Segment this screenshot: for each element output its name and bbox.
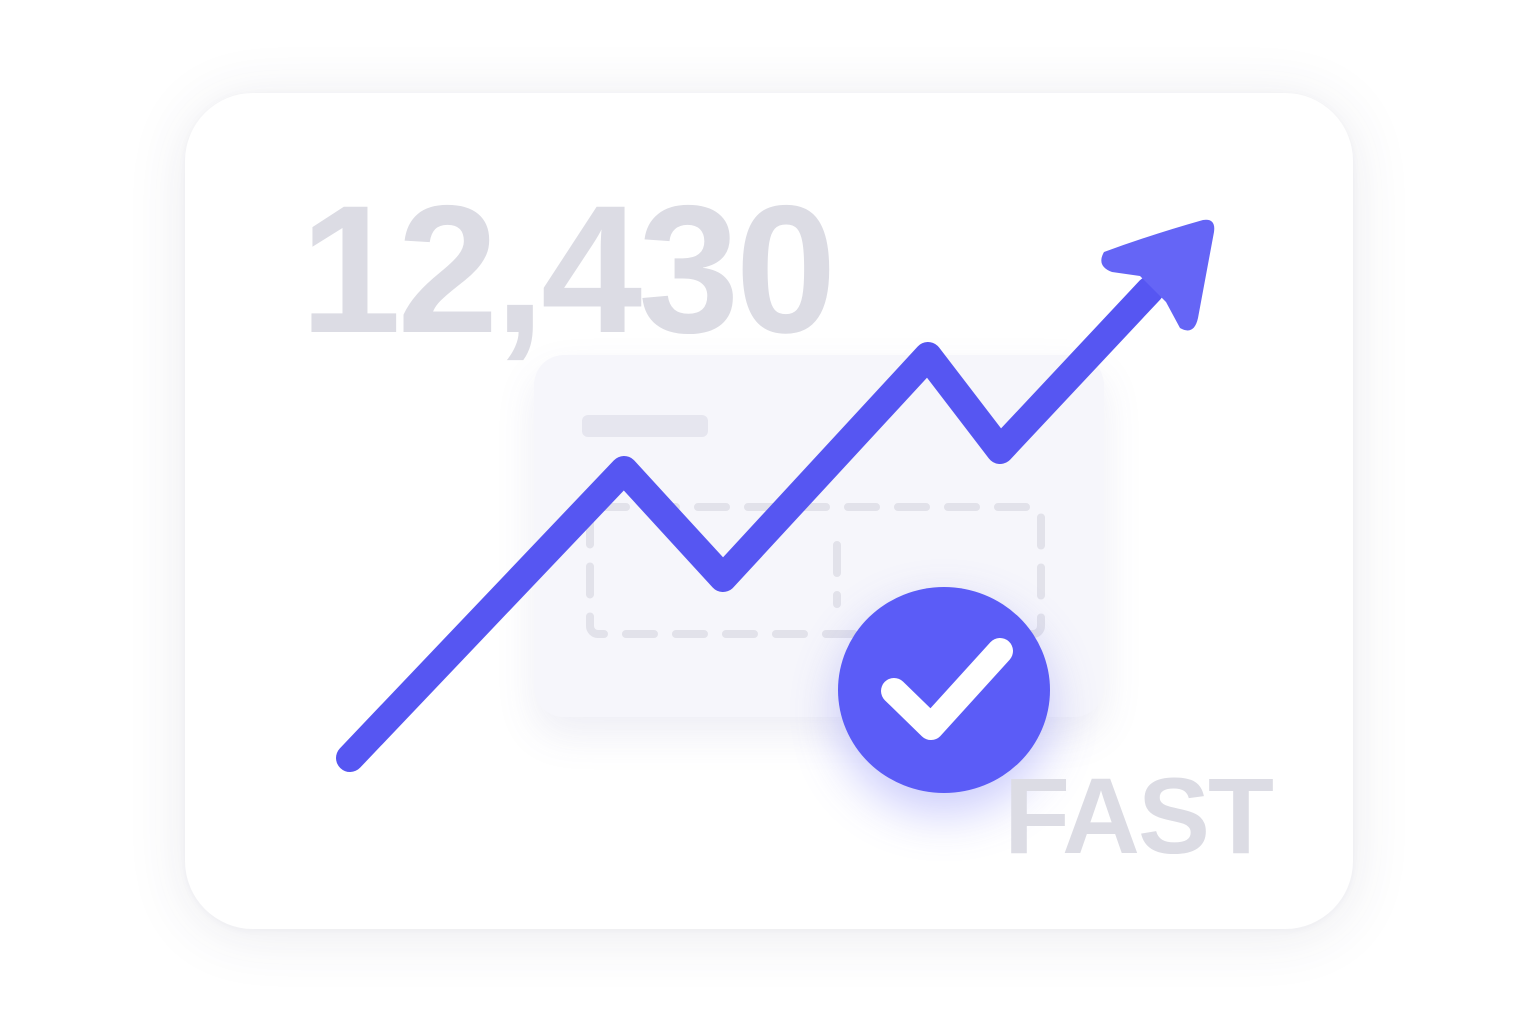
chart-overlay <box>336 219 1215 772</box>
speed-label: FAST <box>1004 755 1274 876</box>
illustration-canvas: 12,430 FAST <box>0 0 1536 1024</box>
